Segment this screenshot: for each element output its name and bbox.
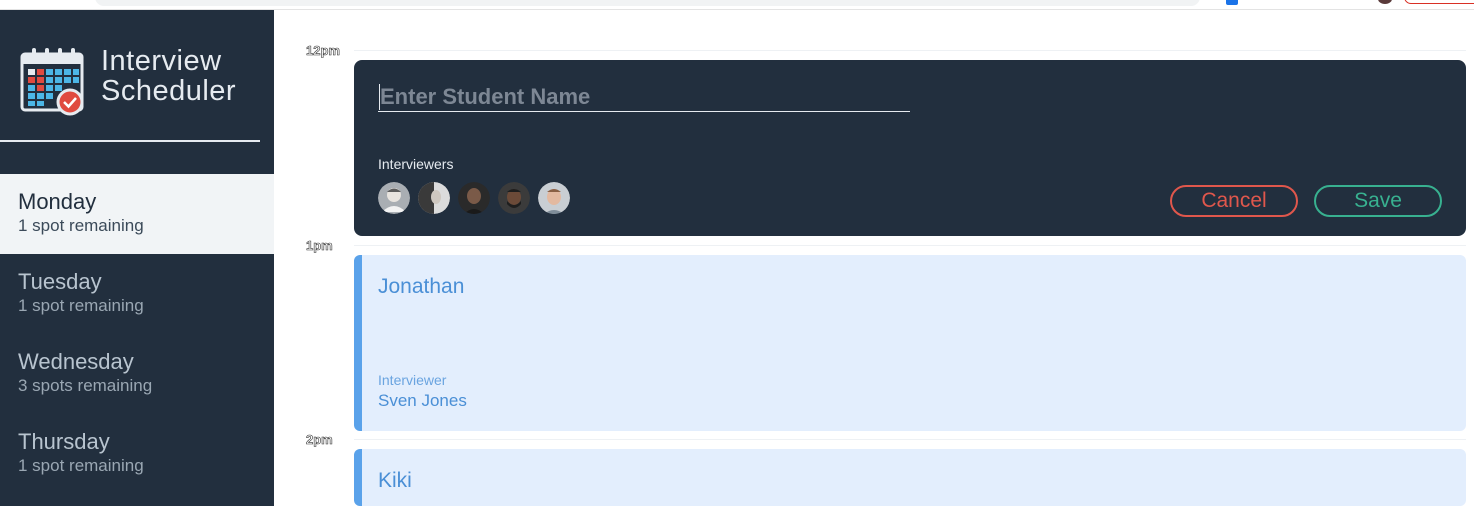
student-name: Kiki <box>378 469 412 492</box>
text-caret <box>379 84 380 110</box>
day-item-wednesday[interactable]: Wednesday 3 spots remaining <box>0 334 274 414</box>
appointment-card[interactable]: Kiki <box>354 449 1466 506</box>
sidebar-divider <box>0 140 260 142</box>
time-label-12pm: 12pm <box>306 43 341 59</box>
sidebar: Interview Scheduler Monday 1 spot remain… <box>0 10 274 506</box>
day-name: Tuesday <box>18 269 102 294</box>
address-bar[interactable] <box>95 0 1200 6</box>
appointment-form: Interviewers <box>354 60 1466 236</box>
day-item-monday[interactable]: Monday 1 spot remaining <box>0 174 274 254</box>
extension-icon[interactable] <box>1226 0 1238 5</box>
day-spots: 1 spot remaining <box>18 216 144 235</box>
day-item-thursday[interactable]: Thursday 1 spot remaining <box>0 414 274 494</box>
day-list: Monday 1 spot remaining Tuesday 1 spot r… <box>0 174 274 494</box>
interviewer-label: Interviewer <box>378 372 447 388</box>
save-button[interactable]: Save <box>1314 185 1442 217</box>
day-spots: 1 spot remaining <box>18 296 144 315</box>
calendar-check-icon <box>20 48 84 116</box>
appointment-card[interactable]: Jonathan Interviewer Sven Jones <box>354 255 1466 431</box>
app-title-line2: Scheduler <box>101 75 237 107</box>
cancel-button[interactable]: Cancel <box>1170 185 1298 217</box>
student-name: Jonathan <box>378 275 465 298</box>
interviewers-label: Interviewers <box>378 156 454 172</box>
student-name-input[interactable] <box>378 82 910 112</box>
interviewer-avatar-1[interactable] <box>378 182 410 214</box>
interviewer-name: Sven Jones <box>378 391 467 410</box>
time-label-1pm: 1pm <box>306 238 333 254</box>
interviewer-avatar-5[interactable] <box>538 182 570 214</box>
app-title-line1: Interview <box>101 45 222 77</box>
day-item-tuesday[interactable]: Tuesday 1 spot remaining <box>0 254 274 334</box>
day-spots: 3 spots remaining <box>18 376 153 395</box>
day-spots: 1 spot remaining <box>18 456 144 475</box>
browser-toolbar-strip <box>0 0 1474 10</box>
interviewer-avatar-3[interactable] <box>458 182 490 214</box>
interviewer-avatar-4[interactable] <box>498 182 530 214</box>
schedule: 12pm Interviewers <box>274 10 1474 506</box>
time-divider <box>354 245 1466 246</box>
interviewer-avatar-2[interactable] <box>418 182 450 214</box>
profile-icon[interactable] <box>1378 0 1392 4</box>
browser-action-button[interactable] <box>1404 0 1474 4</box>
time-label-2pm: 2pm <box>306 432 333 448</box>
day-name: Thursday <box>18 429 110 454</box>
day-name: Monday <box>18 189 97 214</box>
time-divider <box>354 439 1466 440</box>
day-name: Wednesday <box>18 349 134 374</box>
interviewer-list <box>378 182 570 214</box>
app-title: Interview Scheduler <box>101 46 236 106</box>
time-divider <box>354 50 1466 51</box>
